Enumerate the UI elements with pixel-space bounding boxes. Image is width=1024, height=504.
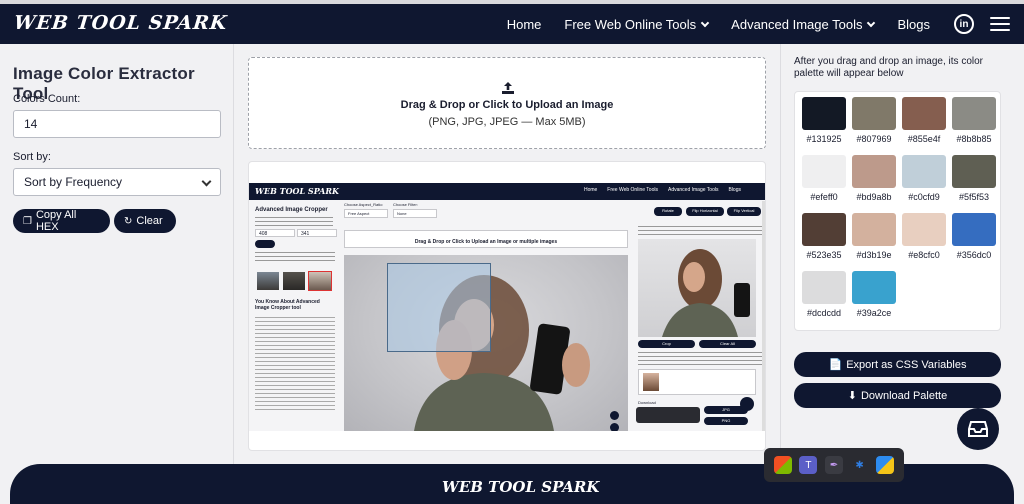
sort-select[interactable]: Sort by Frequency bbox=[13, 168, 221, 196]
swatch[interactable]: #356dc0 bbox=[952, 213, 996, 260]
nav-home[interactable]: Home bbox=[507, 17, 542, 32]
image-preview-card: WEB TOOL SPARK Home Free Web Online Tool… bbox=[248, 161, 766, 451]
swatch[interactable]: #efeff0 bbox=[802, 155, 846, 202]
swatch[interactable]: #523e35 bbox=[802, 213, 846, 260]
clear-button[interactable]: ↻ Clear bbox=[114, 209, 176, 233]
swatch[interactable]: #e8cfc0 bbox=[902, 213, 946, 260]
swatch[interactable]: #39a2ce bbox=[852, 271, 896, 318]
swatch[interactable]: #c0cfd9 bbox=[902, 155, 946, 202]
preview-main-photo bbox=[344, 255, 628, 431]
preview-nav-links: Home Free Web Online Tools Advanced Imag… bbox=[583, 187, 741, 193]
preview-results-box bbox=[638, 369, 756, 395]
preview-thumb-1 bbox=[257, 272, 279, 290]
preview-rotate-button: Rotate bbox=[654, 207, 682, 216]
swatch[interactable]: #131925 bbox=[802, 97, 846, 144]
uploaded-image-preview: WEB TOOL SPARK Home Free Web Online Tool… bbox=[249, 183, 765, 431]
file-icon: 📄 bbox=[828, 359, 843, 371]
chevron-down-icon bbox=[867, 18, 876, 27]
office-app-icon[interactable] bbox=[773, 456, 792, 474]
preview-aspect-label: Choose Aspect_Ratio bbox=[344, 202, 383, 207]
preview-logo: WEB TOOL SPARK bbox=[255, 186, 339, 196]
preview-filter-select: None bbox=[393, 209, 437, 218]
preview-flip-h-button: Flip Horizontal bbox=[686, 207, 724, 216]
chevron-down-icon bbox=[700, 18, 710, 27]
nav-advanced-image-tools[interactable]: Advanced Image Tools bbox=[731, 17, 876, 32]
swatch[interactable]: #8b8b85 bbox=[952, 97, 996, 144]
colors-count-label: Colors Count: bbox=[13, 93, 81, 105]
main-content: Drag & Drop or Click to Upload an Image … bbox=[235, 44, 779, 464]
preview-height-input: 341 bbox=[297, 229, 337, 237]
swatch[interactable]: #bd9a8b bbox=[852, 155, 896, 202]
preview-download-label: Download bbox=[638, 400, 656, 405]
preview-upload-bar: Drag & Drop or Click to Upload an Image … bbox=[344, 230, 628, 248]
refresh-icon: ↻ bbox=[124, 215, 133, 227]
preview-png-button: PNG bbox=[704, 417, 748, 425]
preview-thumb-3 bbox=[308, 271, 332, 291]
nav-free-web-tools[interactable]: Free Web Online Tools bbox=[564, 17, 710, 32]
color-palette: #131925 #807969 #855e4f #8b8b85 #efeff0 … bbox=[794, 91, 1001, 331]
preview-right-note bbox=[638, 226, 763, 236]
nav-links: Home Free Web Online Tools Advanced Imag… bbox=[484, 4, 974, 44]
preview-width-input: 408 bbox=[255, 229, 295, 237]
teams-app-icon[interactable]: T bbox=[799, 456, 818, 474]
download-palette-button[interactable]: ⬇ Download Palette bbox=[794, 383, 1001, 408]
hamburger-menu-icon[interactable] bbox=[990, 17, 1010, 31]
pen-app-icon[interactable]: ✒ bbox=[824, 456, 843, 474]
preview-clear-all-button: Clear All bbox=[699, 340, 756, 348]
swatch[interactable]: #807969 bbox=[852, 97, 896, 144]
preview-about-title: You Know About Advanced Image Cropper to… bbox=[255, 299, 320, 311]
preview-cropped-photo bbox=[638, 239, 756, 337]
preview-scroll-dot-2 bbox=[610, 423, 619, 431]
right-panel: After you drag and drop an image, its co… bbox=[780, 44, 1024, 464]
chevron-down-icon bbox=[201, 176, 212, 187]
preview-flip-v-button: Flip Vertical bbox=[727, 207, 761, 216]
app-icon[interactable] bbox=[876, 456, 895, 474]
footer-logo: WEB TOOL SPARK bbox=[442, 478, 600, 496]
copy-all-hex-button[interactable]: ❐ Copy All HEX bbox=[13, 209, 110, 233]
floating-taskbar: T ✒ ✱ bbox=[764, 448, 904, 482]
preview-aspect-select: Free Aspect bbox=[344, 209, 388, 218]
preview-help-text bbox=[255, 252, 335, 264]
site-logo[interactable]: WEB TOOL SPARK bbox=[13, 12, 229, 34]
export-css-button[interactable]: 📄 Export as CSS Variables bbox=[794, 352, 1001, 377]
upload-subtitle: (PNG, JPG, JPEG — Max 5MB) bbox=[428, 116, 586, 128]
preview-thumb-2 bbox=[283, 272, 305, 290]
sort-label: Sort by: bbox=[13, 151, 51, 163]
nav-blogs[interactable]: Blogs bbox=[897, 17, 930, 32]
preview-scrollbar bbox=[762, 201, 765, 431]
swatch[interactable]: #5f5f53 bbox=[952, 155, 996, 202]
left-panel: Image Color Extractor Tool Colors Count:… bbox=[0, 44, 234, 464]
bluetooth-icon[interactable]: ✱ bbox=[851, 456, 869, 474]
preview-crop-note bbox=[638, 352, 763, 366]
swatch[interactable]: #855e4f bbox=[902, 97, 946, 144]
preview-crop-selection bbox=[387, 263, 491, 352]
preview-tool-title: Advanced Image Cropper bbox=[255, 207, 328, 213]
upload-dropzone[interactable]: Drag & Drop or Click to Upload an Image … bbox=[248, 57, 766, 149]
preview-navbar: WEB TOOL SPARK Home Free Web Online Tool… bbox=[249, 183, 765, 200]
preview-crop-button: Crop bbox=[638, 340, 695, 348]
upload-icon bbox=[502, 82, 514, 94]
preview-filter-label: Choose Filter: bbox=[393, 202, 418, 207]
linkedin-icon[interactable]: in bbox=[954, 14, 974, 34]
chat-widget-button[interactable] bbox=[957, 408, 999, 450]
preview-intro-text bbox=[255, 217, 333, 227]
swatch[interactable]: #d3b19e bbox=[852, 213, 896, 260]
palette-note: After you drag and drop an image, its co… bbox=[794, 56, 983, 79]
top-navbar: WEB TOOL SPARK Home Free Web Online Tool… bbox=[0, 4, 1024, 44]
swatch[interactable]: #dcdcdd bbox=[802, 271, 846, 318]
preview-small-button bbox=[255, 240, 275, 248]
copy-icon: ❐ bbox=[23, 215, 32, 227]
preview-scroll-dot-1 bbox=[610, 411, 619, 420]
preview-fab bbox=[740, 397, 754, 411]
colors-count-input[interactable]: 14 bbox=[13, 110, 221, 138]
inbox-icon bbox=[968, 421, 988, 437]
upload-title: Drag & Drop or Click to Upload an Image bbox=[400, 99, 614, 111]
preview-about-text bbox=[255, 317, 335, 413]
download-icon: ⬇ bbox=[847, 390, 857, 402]
preview-taskbar bbox=[636, 407, 700, 423]
